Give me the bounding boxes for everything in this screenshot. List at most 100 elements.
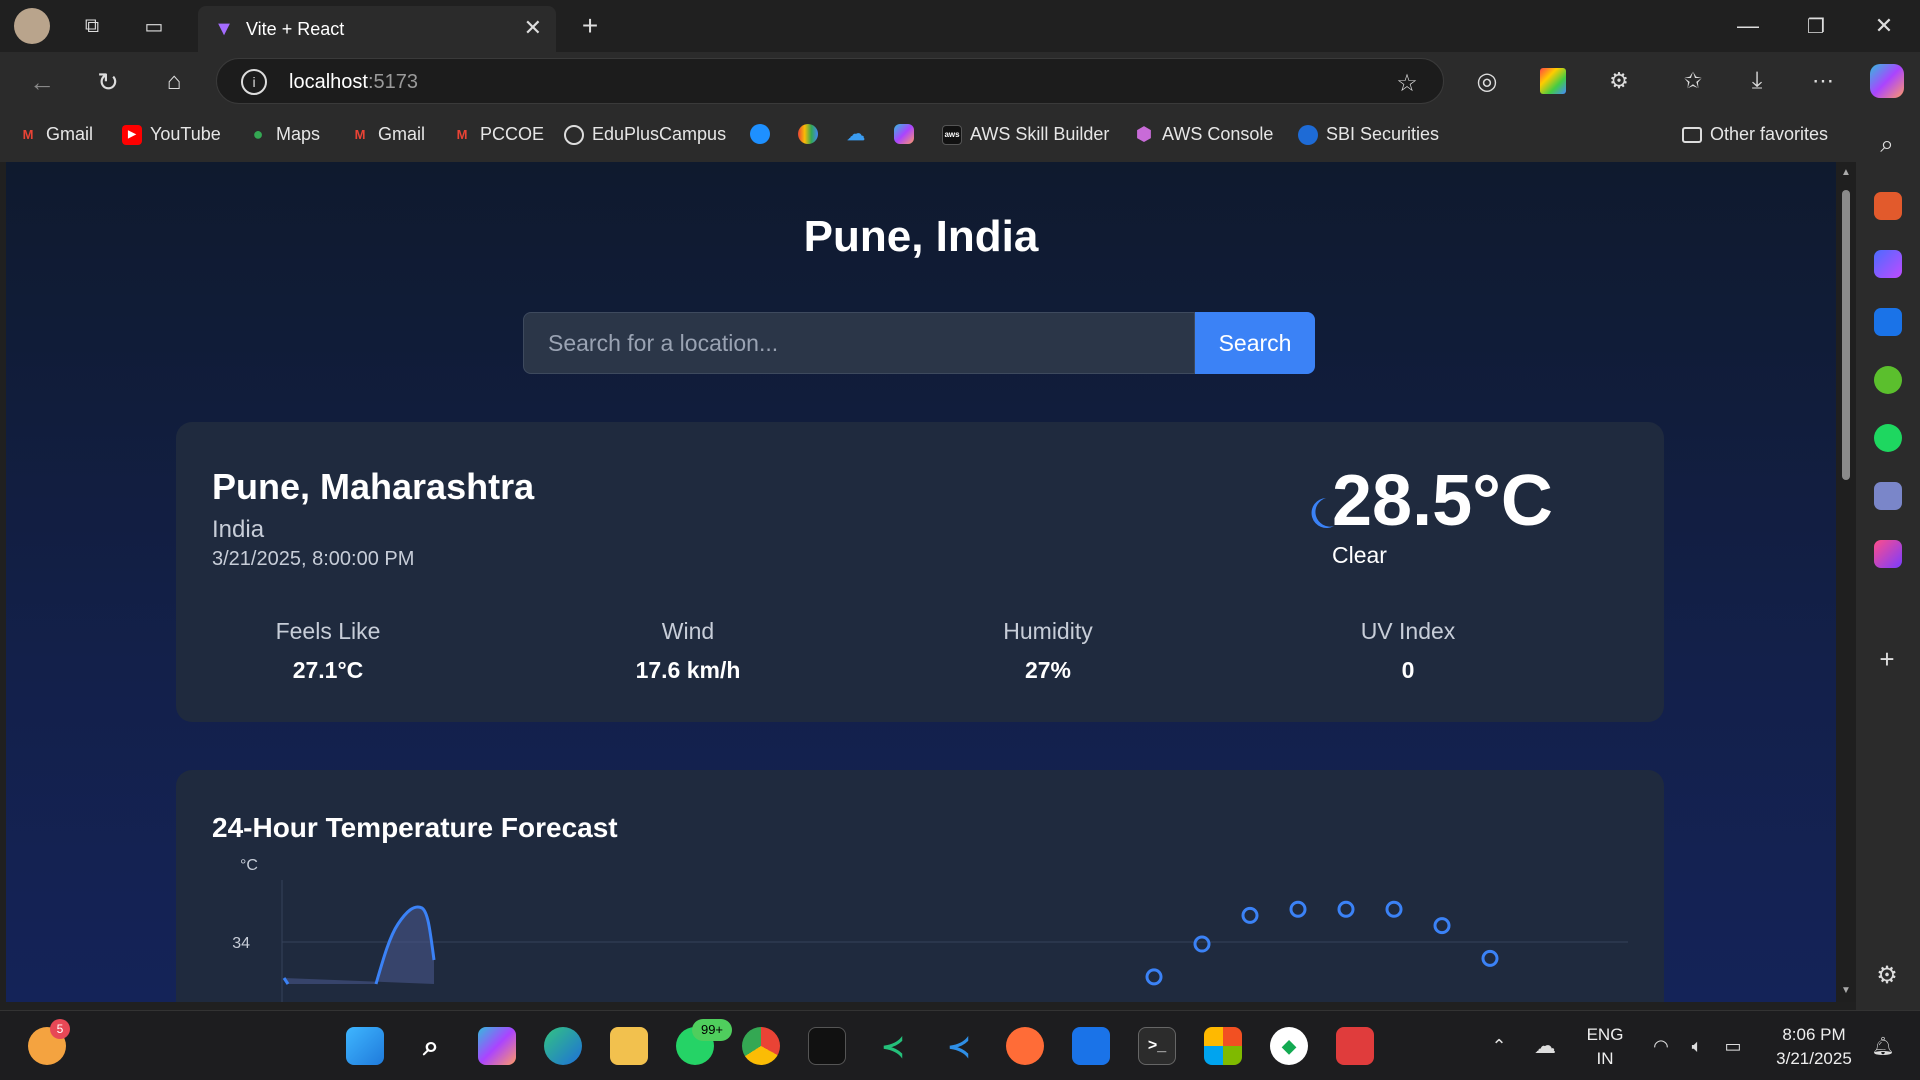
wifi-icon[interactable]: ◠ [1648,1033,1674,1059]
clock-date: 3/21/2025 [1776,1049,1852,1068]
bookmark-copilot[interactable] [894,124,914,144]
search-icon[interactable]: ⌕ [1872,130,1902,160]
bookmark-gmail[interactable]: M Gmail [18,124,93,145]
chess-icon[interactable] [1874,482,1902,510]
url-host: localhost [289,71,368,93]
workspaces-icon[interactable]: ⧉ [78,12,106,40]
tab-vite-react[interactable]: ▼ Vite + React ✕ [198,6,556,52]
scroll-down-icon[interactable]: ▼ [1838,982,1854,998]
location-name: Pune, Maharashtra [212,466,535,507]
y-tick-34: 34 [232,935,250,952]
extension-colors-icon[interactable] [1540,68,1566,94]
spotify-icon[interactable] [1874,424,1902,452]
minimize-icon[interactable]: — [1728,10,1768,42]
profile-avatar[interactable] [14,8,50,44]
refresh-icon[interactable]: ↻ [90,64,126,100]
games-icon[interactable] [1874,366,1902,394]
restore-icon[interactable]: ❐ [1796,10,1836,42]
page-scrollbar[interactable]: ▲ ▼ [1836,162,1856,1002]
forecast-point[interactable] [1289,900,1307,918]
browser-title-bar: ⧉ ▭ ▼ Vite + React ✕ + — ❐ ✕ [0,0,1920,52]
onedrive-tray-icon[interactable]: ☁ [1530,1033,1560,1059]
tab-actions-icon[interactable]: ▭ [140,12,168,40]
copilot-sidebar-icon[interactable] [1874,250,1902,278]
site-info-icon[interactable]: i [241,69,267,95]
onedrive-icon: ☁ [847,123,865,144]
scrollbar-thumb[interactable] [1842,190,1850,480]
terminal-icon[interactable]: >_ [1138,1027,1176,1065]
outlook-icon[interactable] [1874,308,1902,336]
bookmark-onedrive[interactable]: ☁ [846,124,866,144]
tracking-icon[interactable]: ◎ [1472,66,1502,96]
designer-icon[interactable] [1874,540,1902,568]
url-text: localhost:5173 [289,71,418,94]
app-box-icon[interactable] [808,1027,846,1065]
scroll-up-icon[interactable]: ▲ [1838,164,1854,180]
more-options-icon[interactable]: ⋯ [1808,66,1838,96]
bookmark-eduplus[interactable]: EduPlusCampus [564,124,726,145]
location-country: India [212,516,265,543]
forecast-point[interactable] [1481,949,1499,967]
home-icon[interactable]: ⌂ [156,64,192,100]
search-button[interactable]: Search [1195,312,1315,374]
language-indicator[interactable]: ENG IN [1580,1023,1630,1071]
close-tab-icon[interactable]: ✕ [524,15,542,41]
search-icon[interactable]: ⌕ [412,1027,450,1065]
stat-label: Feels Like [275,618,381,644]
add-sidebar-app-icon[interactable]: + [1872,644,1902,674]
stat-label: UV Index [1360,618,1456,644]
close-window-icon[interactable]: ✕ [1864,10,1904,42]
vscode-icon[interactable]: ≺ [940,1027,978,1065]
bookmarks-bar: M Gmail ▶ YouTube ● Maps M Gmail M PCCOE EduP… [0,110,1920,162]
bookmark-aws-skill[interactable]: aws AWS Skill Builder [942,124,1109,145]
bookmark-edge[interactable] [750,124,770,144]
forecast-point[interactable] [1193,935,1211,953]
bookmark-gcloud[interactable] [798,124,818,144]
bookmark-other-favorites[interactable]: Other favorites [1682,124,1828,145]
extensions-icon[interactable]: ⚙ [1604,66,1634,96]
outlook-icon[interactable] [1072,1027,1110,1065]
bookmark-maps[interactable]: ● Maps [248,124,320,145]
bookmark-pccoe[interactable]: M PCCOE [452,124,544,145]
chrome-icon[interactable] [742,1027,780,1065]
settings-gear-icon[interactable]: ⚙ [1872,960,1902,990]
address-bar[interactable]: i localhost:5173 ☆ [216,58,1444,104]
office-icon[interactable] [1204,1027,1242,1065]
file-explorer-icon[interactable] [610,1027,648,1065]
volume-icon[interactable]: 🔈︎ [1684,1033,1710,1059]
forecast-point[interactable] [1241,906,1259,924]
new-tab-icon[interactable]: + [574,10,606,42]
start-icon[interactable] [346,1027,384,1065]
bookmark-youtube[interactable]: ▶ YouTube [122,124,221,145]
search-input[interactable] [523,312,1195,374]
battery-icon[interactable]: ▭ [1720,1033,1746,1059]
postman-icon[interactable] [1006,1027,1044,1065]
forecast-point[interactable] [1433,917,1451,935]
bookmark-sbi[interactable]: SBI Securities [1298,124,1439,145]
downloads-icon[interactable]: ⤓ [1742,66,1772,96]
vscode-green-icon[interactable]: ≺ [874,1027,912,1065]
mongodb-icon[interactable]: ◆ [1270,1027,1308,1065]
forecast-point[interactable] [1337,900,1355,918]
bookmark-aws-console[interactable]: ⬢ AWS Console [1134,124,1273,145]
bookmark-label: SBI Securities [1326,124,1440,144]
maps-icon: ● [252,124,264,144]
tools-icon[interactable] [1874,192,1902,220]
globe-icon [564,124,584,145]
favorite-star-icon[interactable]: ☆ [1393,69,1421,97]
bookmark-gmail-2[interactable]: M Gmail [350,124,425,145]
back-icon[interactable]: ← [24,64,60,100]
copilot-icon[interactable] [1870,64,1904,98]
edge-icon[interactable] [544,1027,582,1065]
copilot-taskbar-icon[interactable] [478,1027,516,1065]
weather-condition: Clear [1332,542,1387,568]
favorites-icon[interactable]: ✩ [1678,66,1708,96]
notifications-icon[interactable]: 🔔︎ [1870,1033,1896,1059]
chevron-up-icon[interactable]: ⌃ [1486,1033,1512,1059]
forecast-point[interactable] [1145,968,1163,986]
tab-title: Vite + React [246,19,345,39]
forecast-point[interactable] [1385,900,1403,918]
red-app-icon[interactable] [1336,1027,1374,1065]
clock[interactable]: 8:06 PM 3/21/2025 [1764,1023,1864,1071]
lang-bottom: IN [1596,1049,1614,1068]
